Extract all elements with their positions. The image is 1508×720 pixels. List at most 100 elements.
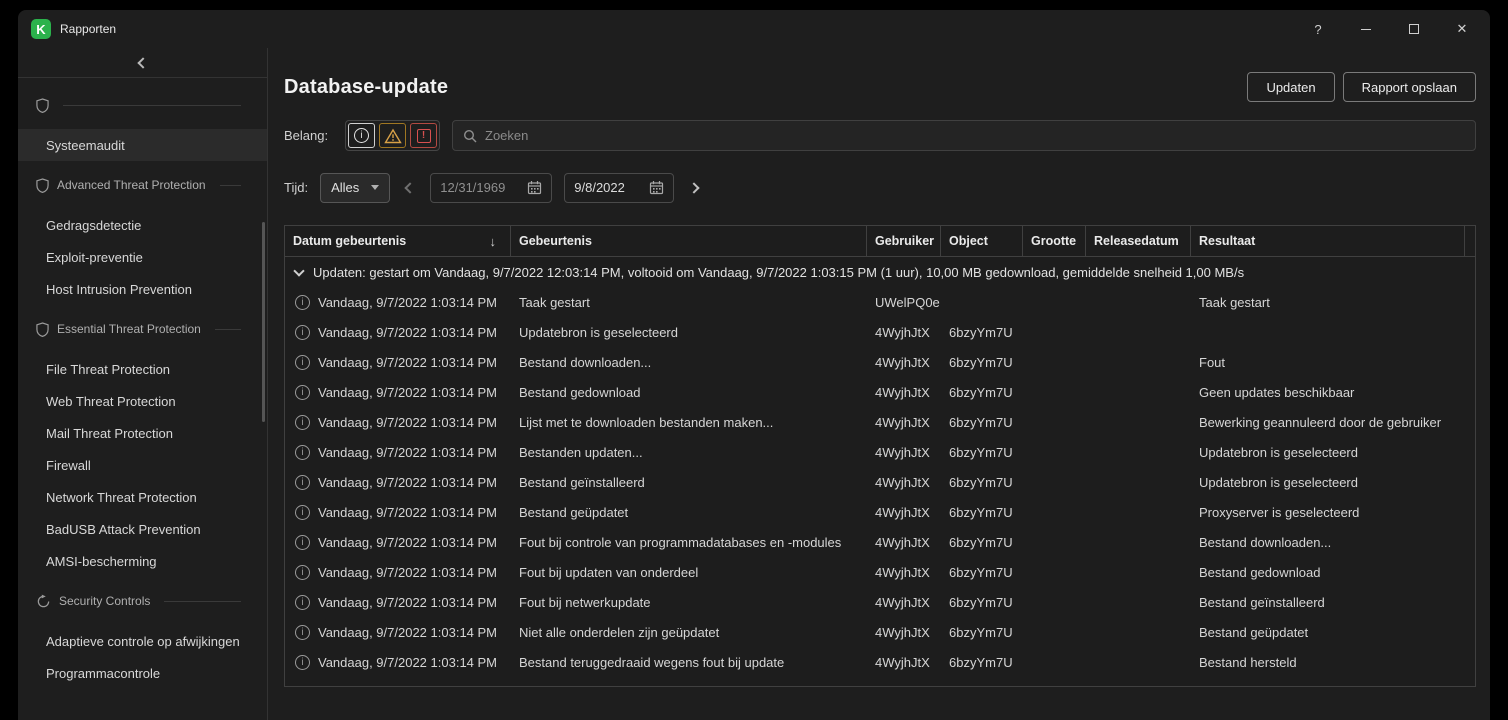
sidebar-item[interactable]: Mail Threat Protection [18,417,267,449]
search-input[interactable] [485,128,1465,143]
event-date: Vandaag, 9/7/2022 1:03:14 PM [318,505,497,520]
sidebar-scrollbar[interactable] [262,222,265,422]
minimize-button[interactable] [1342,10,1390,48]
sidebar-item[interactable]: Web Threat Protection [18,385,267,417]
chevron-down-icon [371,185,379,190]
event-object: 6bzyYm7U [949,625,1013,640]
warning-severity-button[interactable] [379,123,406,148]
event-name: Bestand gedownload [519,385,640,400]
group-header-text: Updaten: gestart om Vandaag, 9/7/2022 12… [313,265,1244,280]
shield-icon [36,178,49,193]
table-row[interactable]: i Vandaag, 9/7/2022 1:03:14 PM Fout bij … [285,527,1475,557]
table-row[interactable]: i Vandaag, 9/7/2022 1:03:14 PM Fout bij … [285,557,1475,587]
event-name: Bestand geüpdatet [519,505,628,520]
table-row[interactable]: i Vandaag, 9/7/2022 1:03:14 PM Fout bij … [285,587,1475,617]
column-header-result[interactable]: Resultaat [1191,226,1465,256]
info-icon: i [295,505,310,520]
table-row[interactable]: i Vandaag, 9/7/2022 1:03:14 PM Bestand g… [285,497,1475,527]
column-header-label: Releasedatum [1094,234,1179,248]
sidebar-item-label: Network Threat Protection [46,490,197,505]
update-button[interactable]: Updaten [1247,72,1334,102]
sidebar-item-label: Gedragsdetectie [46,218,141,233]
column-header-release-date[interactable]: Releasedatum [1086,226,1191,256]
event-name: Updatebron is geselecteerd [519,325,678,340]
date-to-field[interactable]: 9/8/2022 [564,173,674,203]
critical-icon: ! [417,129,431,143]
chevron-right-icon [689,182,700,193]
info-icon: i [295,385,310,400]
save-report-button[interactable]: Rapport opslaan [1343,72,1476,102]
event-user: 4WyjhJtX [875,325,930,340]
column-header-object[interactable]: Object [941,226,1023,256]
sidebar-item[interactable]: AMSI-bescherming [18,545,267,577]
event-date: Vandaag, 9/7/2022 1:03:14 PM [318,565,497,580]
event-date: Vandaag, 9/7/2022 1:03:14 PM [318,295,497,310]
group-header-row[interactable]: Updaten: gestart om Vandaag, 9/7/2022 12… [285,257,1475,287]
event-object: 6bzyYm7U [949,355,1013,370]
event-result: Updatebron is geselecteerd [1199,445,1358,460]
table-row[interactable]: i Vandaag, 9/7/2022 1:03:14 PM Niet alle… [285,617,1475,647]
event-name: Niet alle onderdelen zijn geüpdatet [519,625,719,640]
column-header-event[interactable]: Gebeurtenis [511,226,867,256]
previous-period-button[interactable] [402,173,418,203]
sidebar-item[interactable]: Firewall [18,449,267,481]
column-header-label: Grootte [1031,234,1076,248]
time-range-value: Alles [331,180,359,195]
severity-filter-group: i ! [345,120,440,151]
column-header-size[interactable]: Grootte [1023,226,1086,256]
event-date: Vandaag, 9/7/2022 1:03:14 PM [318,325,497,340]
date-from-field[interactable]: 12/31/1969 [430,173,552,203]
sidebar-section: Advanced Threat Protection [18,169,267,201]
main-content: Database-update Updaten Rapport opslaan … [268,48,1490,720]
sidebar-item[interactable]: Adaptieve controle op afwijkingen [18,625,267,657]
column-header-date[interactable]: Datum gebeurtenis ↓ [285,226,511,256]
event-date: Vandaag, 9/7/2022 1:03:14 PM [318,415,497,430]
sidebar-item[interactable]: Programmacontrole [18,657,267,689]
maximize-button[interactable] [1390,10,1438,48]
table-row[interactable]: i Vandaag, 9/7/2022 1:03:14 PM Taak gest… [285,287,1475,317]
help-button[interactable]: ? [1294,10,1342,48]
critical-severity-button[interactable]: ! [410,123,437,148]
sidebar-item[interactable]: Host Intrusion Prevention [18,273,267,305]
event-name: Fout bij updaten van onderdeel [519,565,698,580]
sidebar-item-label: Adaptieve controle op afwijkingen [46,634,240,649]
maximize-icon [1409,24,1419,34]
info-severity-button[interactable]: i [348,123,375,148]
table-row[interactable]: i Vandaag, 9/7/2022 1:03:14 PM Bestand g… [285,467,1475,497]
sidebar-item[interactable]: File Threat Protection [18,353,267,385]
close-button[interactable]: ✕ [1438,10,1486,48]
event-date: Vandaag, 9/7/2022 1:03:14 PM [318,475,497,490]
sidebar-item[interactable]: Systeemaudit [18,129,267,161]
time-filter-row: Tijd: Alles 12/31/1969 [284,172,1476,203]
info-icon: i [295,355,310,370]
titlebar: K Rapporten ? ✕ [18,10,1490,48]
table-row[interactable]: i Vandaag, 9/7/2022 1:03:14 PM Updatebro… [285,317,1475,347]
table-row[interactable]: i Vandaag, 9/7/2022 1:03:14 PM Bestand d… [285,347,1475,377]
event-object: 6bzyYm7U [949,595,1013,610]
minimize-icon [1361,29,1371,30]
date-to-value: 9/8/2022 [574,180,625,195]
sidebar-collapse-button[interactable] [18,48,267,78]
table-row[interactable]: i Vandaag, 9/7/2022 1:03:14 PM Lijst met… [285,407,1475,437]
event-date: Vandaag, 9/7/2022 1:03:14 PM [318,445,497,460]
security-controls-icon [36,594,51,609]
next-period-button[interactable] [686,173,702,203]
section-divider-line [220,185,241,186]
time-range-select[interactable]: Alles [320,173,390,203]
event-result: Geen updates beschikbaar [1199,385,1354,400]
event-user: 4WyjhJtX [875,385,930,400]
table-row[interactable]: i Vandaag, 9/7/2022 1:03:14 PM Bestand g… [285,377,1475,407]
sidebar-item[interactable]: Network Threat Protection [18,481,267,513]
sidebar-item[interactable]: Gedragsdetectie [18,209,267,241]
column-header-user[interactable]: Gebruiker [867,226,941,256]
sidebar-item[interactable]: BadUSB Attack Prevention [18,513,267,545]
chevron-left-icon [137,57,148,68]
table-row[interactable]: i Vandaag, 9/7/2022 1:03:14 PM Bestand t… [285,647,1475,677]
event-user: 4WyjhJtX [875,625,930,640]
sidebar-section: Security Controls [18,585,267,617]
sidebar-item[interactable]: Exploit-preventie [18,241,267,273]
column-header-label: Gebruiker [875,234,934,248]
events-table: Datum gebeurtenis ↓ Gebeurtenis Gebruike… [284,225,1476,687]
column-header-label: Gebeurtenis [519,234,592,248]
table-row[interactable]: i Vandaag, 9/7/2022 1:03:14 PM Bestanden… [285,437,1475,467]
